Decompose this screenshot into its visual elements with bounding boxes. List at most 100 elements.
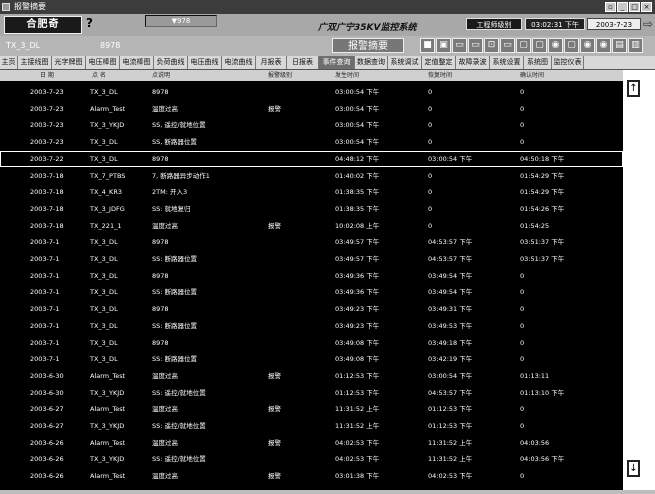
menu-item-2[interactable]: 光字牌图 [52, 56, 86, 69]
column-header[interactable]: 点 名 [92, 70, 106, 81]
window-icon[interactable]: ▭ [452, 38, 467, 53]
table-cell: TX_3_YKJD [90, 388, 125, 397]
restore-icon[interactable]: ▫ [605, 2, 616, 12]
engineer-level-button[interactable]: 工程师级别 [466, 18, 522, 30]
table-cell: TX_3_YKJD [90, 422, 125, 430]
monitor-icon[interactable]: ▣ [436, 38, 451, 53]
menu-item-0[interactable]: 主页 [0, 56, 18, 69]
menu-item-3[interactable]: 电压棒图 [86, 56, 120, 69]
table-row[interactable]: 2003-7-1 TX_3_DL 8978 03:49:08 下午 03:49:18 下… [0, 335, 623, 351]
menu-item-14[interactable]: 故障录波 [456, 56, 490, 69]
table-row[interactable]: 2003-6-27 TX_3_YKJD SS: 遥控/就地位置 11:31:52 上午… [0, 418, 623, 434]
table-row[interactable]: 2003-7-23 TX_3_YKJD SS, 遥控/就地位置 03:00:54 下午… [0, 117, 623, 133]
table-cell: 0 [520, 422, 525, 430]
table-cell: 2003-6-26 [30, 472, 64, 481]
title-bar: 报警摘要 ▫ _ □ × [0, 0, 655, 14]
app-icon [2, 3, 10, 11]
table-row[interactable]: 2003-6-30 TX_3_YKJD SS: 遥控/就地位置 01:12:53 下午… [0, 385, 623, 401]
table-row[interactable]: 2003-7-22 TX_3_DL 8978 04:48:12 下午 03:00:54 … [0, 150, 623, 167]
square-icon[interactable]: ▢ [532, 38, 547, 53]
record-icon[interactable]: ◉ [548, 38, 563, 53]
table-row[interactable]: 2003-7-1 TX_3_DL 8978 03:49:36 下午 03:49:54 下… [0, 268, 623, 284]
table-cell: 2003-6-26 [30, 455, 64, 464]
record-icon[interactable]: ◉ [596, 38, 611, 53]
scroll-down-button[interactable]: ↓ [627, 460, 640, 477]
scrollbar[interactable]: ↑ ↓ [623, 70, 655, 490]
menu-item-13[interactable]: 定值整定 [422, 56, 456, 69]
scroll-up-button[interactable]: ↑ [627, 80, 640, 97]
table-cell: 8978 [152, 305, 169, 314]
table-cell: Alarm_Test [90, 438, 126, 447]
close-button[interactable]: × [641, 2, 652, 12]
table-cell: 2003-7-23 [30, 121, 64, 130]
table-row[interactable]: 2003-7-23 Alarm_Test 温度过高 报警 03:00:54 下午 0 0 [0, 101, 623, 117]
table-cell: 0 [428, 88, 433, 96]
table-row[interactable]: 2003-6-27 Alarm_Test 温度过高 报警 11:31:52 上午 01:1… [0, 401, 623, 417]
menu-item-17[interactable]: 监控仪表 [552, 56, 584, 69]
menu-item-6[interactable]: 电压曲线 [188, 56, 222, 69]
table-row[interactable]: 2003-7-1 TX_3_DL SS: 断路器位置 03:49:36 下午 03:49… [0, 284, 623, 300]
table-row[interactable]: 2003-7-18 TX_3_JDFG SS: 就地复归 01:38:35 下午 0 01… [0, 201, 623, 217]
menu-item-4[interactable]: 电流棒图 [120, 56, 154, 69]
table-cell: 01:54:29 下午 [520, 188, 565, 197]
table-row[interactable]: 2003-7-18 TX_4_KR3 2TM: 开入3 01:38:35 下午 0 01:… [0, 184, 623, 200]
menu-item-10[interactable]: 事件查询 [319, 56, 355, 69]
table-row[interactable]: 2003-7-23 TX_3_DL 8978 03:00:54 下午 0 0 [0, 84, 623, 100]
table-cell: 11:31:52 上午 [335, 405, 380, 414]
record-icon[interactable]: ◉ [580, 38, 595, 53]
clock-display: 03:02:31 下午 [525, 18, 585, 30]
menu-item-5[interactable]: 负荷曲线 [154, 56, 188, 69]
table-row[interactable]: 2003-7-1 TX_3_DL 8978 03:49:23 下午 03:49:31 下… [0, 301, 623, 317]
table-cell: 温度过高 [152, 371, 178, 380]
table-cell: 0 [428, 204, 433, 213]
table-cell: 04:48:12 下午 [335, 154, 380, 163]
menu-item-15[interactable]: 系统设置 [490, 56, 524, 69]
print-icon[interactable]: ⊡ [484, 38, 499, 53]
table-cell: 2003-7-22 [30, 154, 64, 163]
forward-arrow-icon[interactable]: ⇨ [643, 17, 653, 31]
alarm-summary-button[interactable]: 报警摘要 [332, 38, 404, 53]
menu-item-1[interactable]: 主接线图 [18, 56, 52, 69]
column-header[interactable]: 点说明 [152, 70, 170, 81]
maximize-button[interactable]: □ [629, 2, 640, 12]
table-row[interactable]: 2003-6-26 Alarm_Test 温度过高 报警 04:02:53 下午 11:3… [0, 435, 623, 451]
table-row[interactable]: 2003-6-26 TX_3_YKJD SS: 遥控/就地位置 04:02:53 下午… [0, 451, 623, 467]
system-name: 广双广宁35KV监控系统 [318, 23, 417, 33]
table-row[interactable]: 2003-7-1 TX_3_DL SS: 断路器位置 03:49:23 下午 03:49… [0, 318, 623, 334]
column-header[interactable]: 发生时间 [335, 70, 359, 81]
table-row[interactable]: 2003-7-1 TX_3_DL SS: 断路器位置 03:49:08 下午 03:42… [0, 351, 623, 367]
table-row[interactable]: 2003-7-1 TX_3_DL 8978 03:49:57 下午 04:53:57 下… [0, 234, 623, 250]
table-row[interactable]: 2003-7-1 TX_3_DL SS: 断路器位置 03:49:57 下午 04:53… [0, 251, 623, 267]
table-cell: TX_3_DL [90, 338, 118, 347]
table-cell: 0 [520, 271, 525, 280]
stop-icon[interactable]: ■ [420, 38, 435, 53]
help-button[interactable]: ? [86, 16, 93, 30]
menu-item-9[interactable]: 日报表 [287, 56, 319, 69]
list-icon[interactable]: ▤ [612, 38, 627, 53]
minimize-button[interactable]: _ [617, 2, 628, 12]
window-icon[interactable]: ▭ [500, 38, 515, 53]
table-row[interactable]: 2003-7-18 TX_7_PTBS 7, 断路器异步动作1 01:40:02 下午… [0, 168, 623, 184]
table-cell: 0 [520, 88, 525, 96]
table-row[interactable]: 2003-7-23 TX_3_DL SS, 断路器位置 03:00:54 下午 0 0 [0, 134, 623, 150]
column-header[interactable]: 报警级别 [268, 70, 292, 81]
window-icon[interactable]: ▭ [468, 38, 483, 53]
menu-item-7[interactable]: 电流曲线 [222, 56, 256, 69]
menu-item-16[interactable]: 系统图 [524, 56, 552, 69]
grid-icon[interactable]: ▥ [628, 38, 643, 53]
menu-item-11[interactable]: 数据查询 [355, 56, 388, 69]
menu-item-12[interactable]: 系统调试 [388, 56, 422, 69]
table-cell: 2003-7-1 [30, 238, 60, 247]
table-row[interactable]: 2003-7-18 TX_221_1 温度过高 报警 10:02:08 上午 0 01:54… [0, 218, 623, 234]
square-icon[interactable]: ▢ [516, 38, 531, 53]
table-row[interactable]: 2003-6-26 Alarm_Test 温度过高 报警 03:01:38 下午 04:0… [0, 468, 623, 484]
column-header[interactable]: 日 期 [40, 70, 54, 81]
menu-item-8[interactable]: 月报表 [256, 56, 287, 69]
alarm-table: 日 期 点 名 点说明 报警级别 发生时间 恢复时间 确认时间 2003-7-23 TX_3_… [0, 70, 623, 490]
column-header[interactable]: 确认时间 [520, 70, 544, 81]
table-cell: TX_3_DL [90, 305, 118, 314]
table-cell: SS: 就地复归 [152, 204, 191, 213]
column-header[interactable]: 恢复时间 [428, 70, 452, 81]
table-row[interactable]: 2003-6-30 Alarm_Test 温度过高 报警 01:12:53 下午 03:0… [0, 368, 623, 384]
square-icon[interactable]: ▢ [564, 38, 579, 53]
